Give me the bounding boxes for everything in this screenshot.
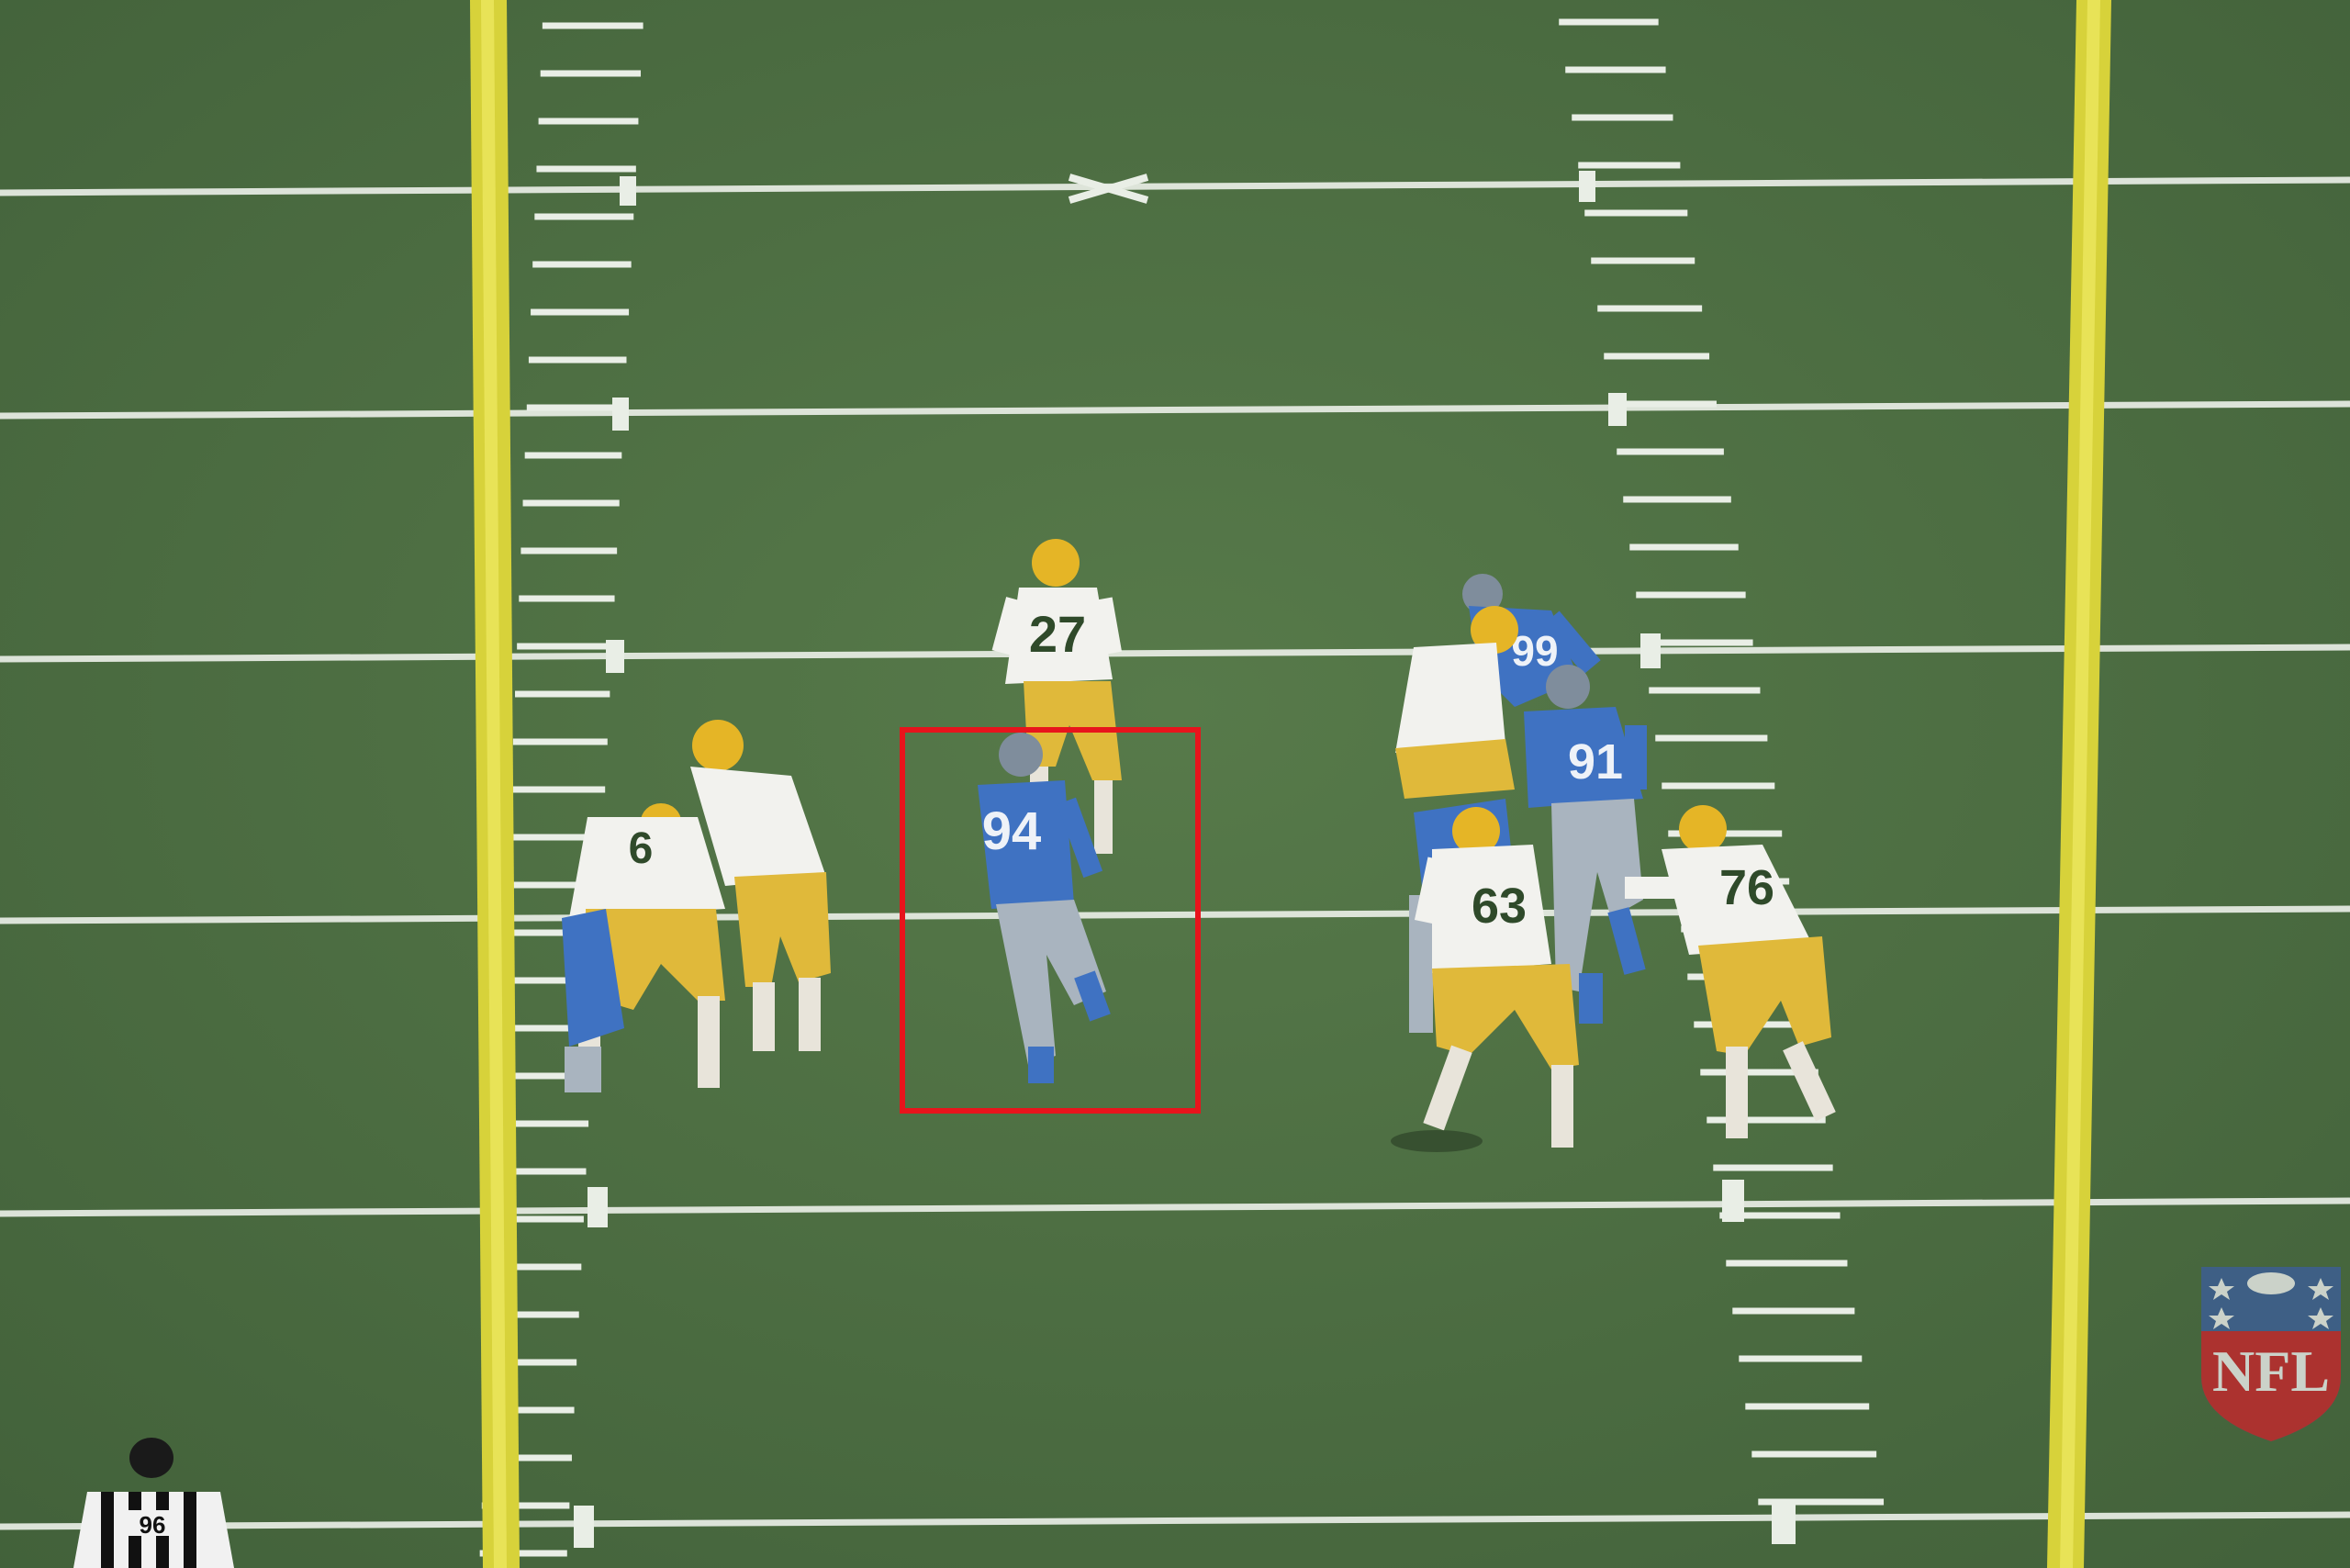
- jersey-number: 6: [629, 824, 654, 873]
- nfl-logo: NFL: [2201, 1267, 2341, 1441]
- nfl-logo-text: NFL: [2212, 1338, 2330, 1404]
- football-field-scene: 27 6 94 99 91 63 76 96 NFL: [0, 0, 2350, 1568]
- jersey-number: 94: [982, 801, 1042, 861]
- jersey-number: 99: [1511, 627, 1558, 675]
- jersey-number: 63: [1472, 879, 1527, 934]
- jersey-number: 27: [1029, 605, 1086, 663]
- turf: [0, 0, 2350, 1568]
- jersey-number: 76: [1719, 860, 1774, 915]
- referee-number: 96: [140, 1511, 166, 1539]
- turf-shadow: [1391, 1130, 1483, 1152]
- jersey-number: 91: [1568, 734, 1623, 790]
